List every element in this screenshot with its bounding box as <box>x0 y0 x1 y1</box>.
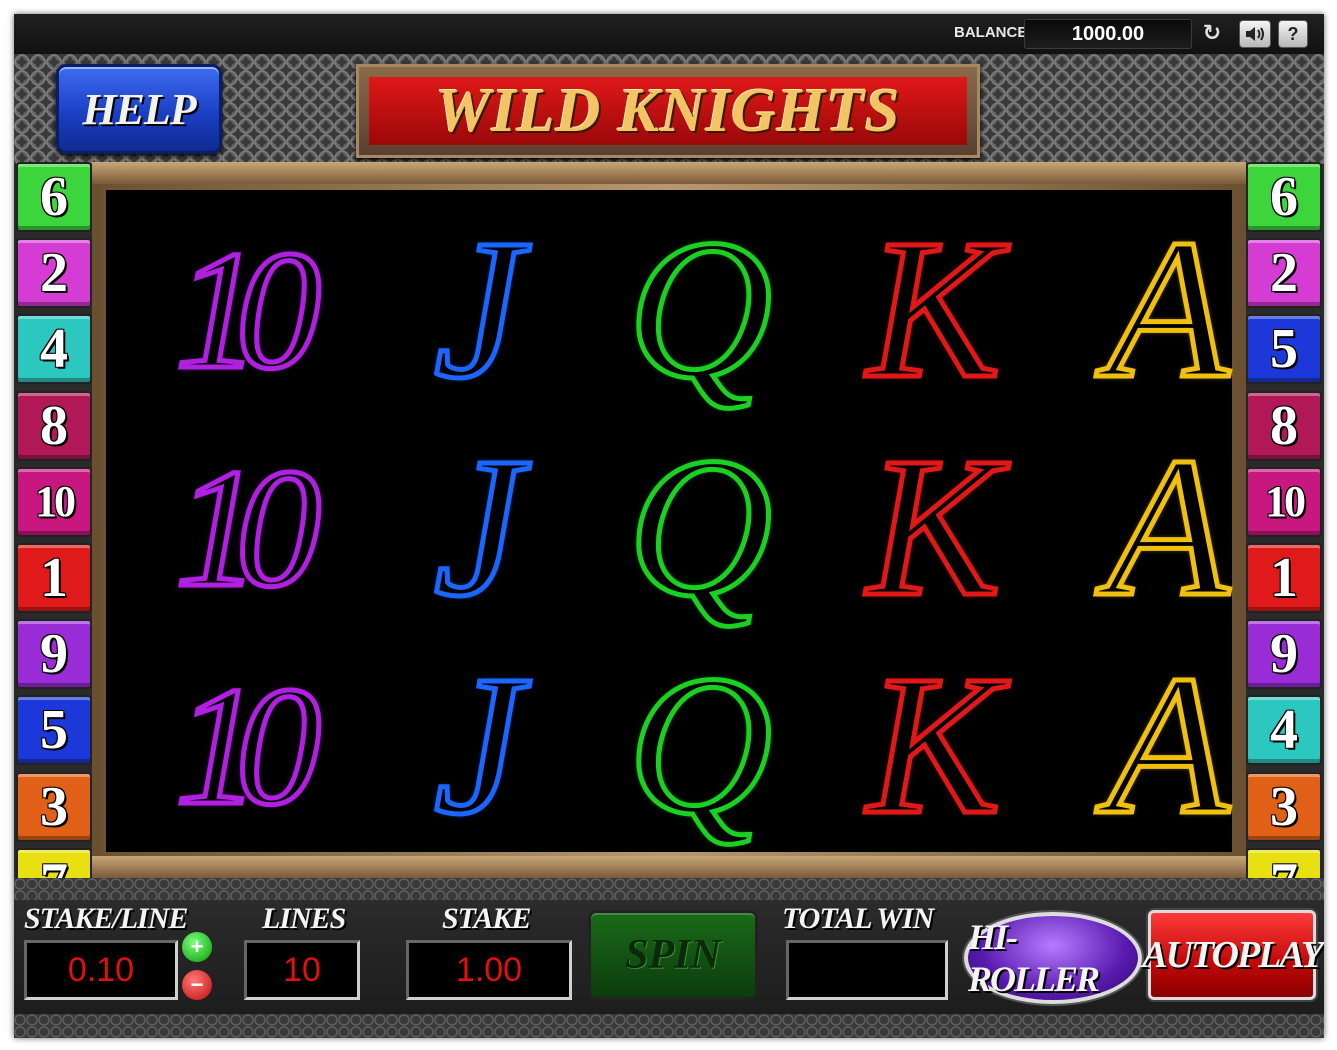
payline-indicators-left: 62481019537 <box>16 162 92 924</box>
game-window: BALANCE 1000.00 ↻ ? HELP WILD KNIGHTS 10… <box>14 14 1324 1038</box>
payline-right-9[interactable]: 9 <box>1246 619 1322 690</box>
reel-grid: 10 J Q K A 10 J Q K A 10 J Q K A <box>106 190 1232 852</box>
help-question-icon[interactable]: ? <box>1278 20 1308 48</box>
payline-left-8[interactable]: 8 <box>16 390 92 461</box>
reel-symbol-q: Q <box>625 417 774 638</box>
payline-left-2[interactable]: 2 <box>16 238 92 309</box>
title-plate: WILD KNIGHTS <box>356 64 980 158</box>
payline-left-4[interactable]: 4 <box>16 314 92 385</box>
reel-symbol-q: Q <box>625 199 774 420</box>
minus-icon[interactable]: − <box>182 970 212 1000</box>
total-win-label: TOTAL WIN <box>782 902 934 935</box>
spin-button[interactable]: SPIN <box>588 910 758 1000</box>
plus-icon[interactable]: + <box>182 932 212 962</box>
payline-left-3[interactable]: 3 <box>16 771 92 842</box>
payline-right-2[interactable]: 2 <box>1246 238 1322 309</box>
balance-value: 1000.00 <box>1024 19 1192 49</box>
reload-icon[interactable]: ↻ <box>1198 20 1226 46</box>
payline-right-5[interactable]: 5 <box>1246 314 1322 385</box>
reel-symbol-j: J <box>431 417 525 638</box>
payline-right-3[interactable]: 3 <box>1246 771 1322 842</box>
stake-label: STAKE <box>442 902 531 935</box>
reel-symbol-k: K <box>865 417 1003 638</box>
reel-symbol-q: Q <box>625 635 774 856</box>
stake-value: 1.00 <box>406 940 572 1000</box>
reel-frame: 10 J Q K A 10 J Q K A 10 J Q K A <box>92 162 1246 878</box>
payline-indicators-right: 62581019437 <box>1246 162 1322 924</box>
reel-symbol-k: K <box>865 635 1003 856</box>
bottom-rail <box>14 1014 1324 1038</box>
payline-right-1[interactable]: 1 <box>1246 542 1322 613</box>
hi-roller-button[interactable]: HI-ROLLER <box>964 912 1142 1004</box>
reel-frame-bottom <box>92 856 1246 878</box>
reel-symbol-a: A <box>1104 417 1231 638</box>
reel-frame-top <box>92 162 1246 184</box>
sound-icon[interactable] <box>1239 20 1271 48</box>
reel-symbol-j: J <box>431 635 525 856</box>
reel-symbol-10: 10 <box>173 434 324 622</box>
reel-symbol-a: A <box>1104 635 1231 856</box>
reel-symbol-j: J <box>431 199 525 420</box>
payline-right-4[interactable]: 4 <box>1246 695 1322 766</box>
reel-symbol-10: 10 <box>173 216 324 404</box>
control-panel-rail <box>14 878 1324 900</box>
reel-symbol-a: A <box>1104 199 1231 420</box>
payline-left-6[interactable]: 6 <box>16 162 92 232</box>
game-title: WILD KNIGHTS <box>435 76 901 145</box>
payline-right-8[interactable]: 8 <box>1246 390 1322 461</box>
autoplay-button[interactable]: AUTOPLAY <box>1142 910 1324 1000</box>
payline-left-9[interactable]: 9 <box>16 619 92 690</box>
balance-label: BALANCE <box>954 24 1028 41</box>
payline-left-5[interactable]: 5 <box>16 695 92 766</box>
payline-right-6[interactable]: 6 <box>1246 162 1322 232</box>
reel-symbol-k: K <box>865 199 1003 420</box>
payline-right-10[interactable]: 10 <box>1246 466 1322 537</box>
payline-left-1[interactable]: 1 <box>16 542 92 613</box>
stake-line-value: 0.10 <box>24 940 178 1000</box>
payline-left-10[interactable]: 10 <box>16 466 92 537</box>
lines-label: LINES <box>262 902 346 935</box>
stake-line-label: STAKE/LINE <box>24 902 188 935</box>
reel-symbol-10: 10 <box>173 652 324 840</box>
help-button[interactable]: HELP <box>56 64 222 154</box>
lines-value: 10 <box>244 940 360 1000</box>
top-bar: BALANCE 1000.00 ↻ ? <box>14 14 1324 54</box>
header: HELP WILD KNIGHTS <box>14 54 1324 164</box>
total-win-value <box>786 940 948 1000</box>
